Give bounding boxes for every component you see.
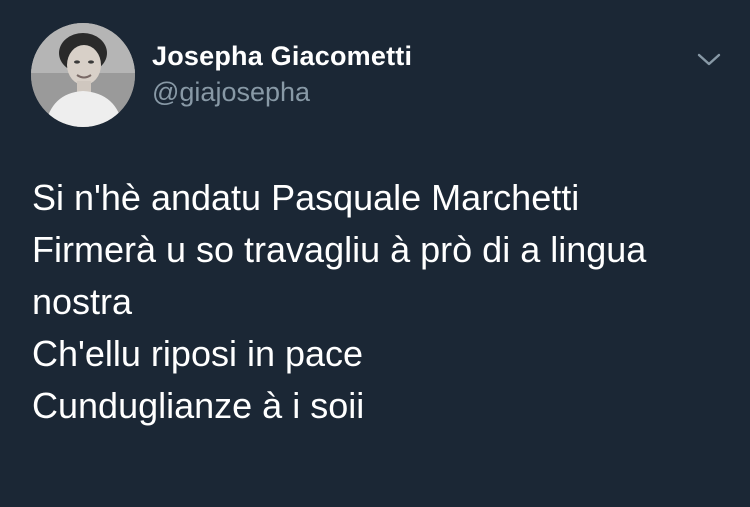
avatar[interactable] — [31, 23, 135, 127]
chevron-down-icon[interactable] — [696, 48, 722, 70]
author-handle[interactable]: @giajosepha — [152, 76, 310, 108]
tweet-text-line: nostra — [32, 281, 133, 322]
tweet-text-line: Si n'hè andatu Pasquale Marchetti — [32, 177, 580, 218]
author-name[interactable]: Josepha Giacometti — [152, 40, 412, 72]
tweet-text-line: Firmerà u so travagliu à prò di a lingua — [32, 229, 647, 270]
tweet-text-line: Cunduglianze à i soii — [32, 385, 365, 426]
tweet-text-line: Ch'ellu riposi in pace — [32, 333, 364, 374]
tweet-card: Josepha Giacometti @giajosepha Si n'hè a… — [0, 0, 750, 507]
profile-photo-icon — [31, 23, 135, 127]
tweet-text: Si n'hè andatu Pasquale Marchetti Firmer… — [32, 172, 722, 432]
